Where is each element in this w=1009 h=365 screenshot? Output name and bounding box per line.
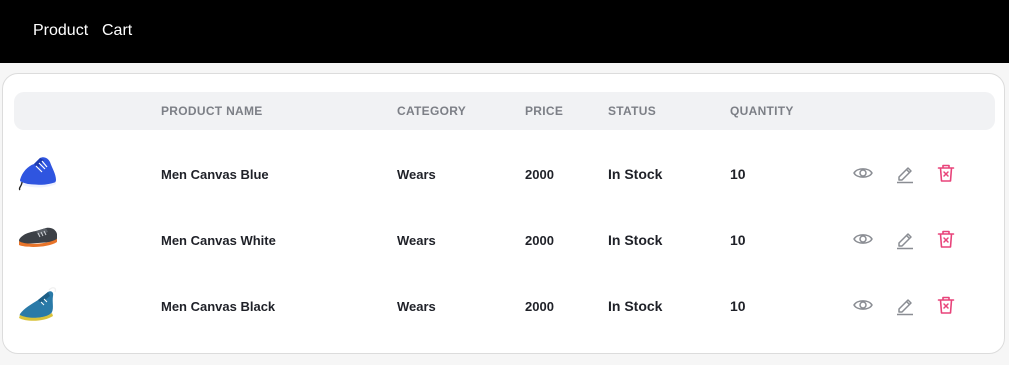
- product-quantity: 10: [730, 166, 746, 182]
- trash-icon[interactable]: [935, 162, 957, 184]
- pencil-icon[interactable]: [894, 228, 916, 250]
- eye-icon[interactable]: [852, 228, 874, 250]
- column-header-status: STATUS: [608, 104, 657, 118]
- column-header-product-name: PRODUCT NAME: [161, 104, 263, 118]
- product-price: 2000: [525, 233, 554, 248]
- product-name: Men Canvas White: [161, 233, 276, 248]
- column-header-price: PRICE: [525, 104, 564, 118]
- product-category: Wears: [397, 167, 436, 182]
- product-name: Men Canvas Blue: [161, 167, 269, 182]
- eye-icon[interactable]: [852, 294, 874, 316]
- product-category: Wears: [397, 299, 436, 314]
- top-navbar: Product Cart: [0, 0, 1009, 63]
- product-price: 2000: [525, 167, 554, 182]
- column-header-category: CATEGORY: [397, 104, 467, 118]
- nav-link-product[interactable]: Product: [33, 21, 88, 41]
- product-quantity: 10: [730, 232, 746, 248]
- product-status: In Stock: [608, 298, 663, 314]
- pencil-icon[interactable]: [894, 294, 916, 316]
- nav-link-cart[interactable]: Cart: [102, 21, 132, 41]
- product-name: Men Canvas Black: [161, 299, 276, 314]
- eye-icon[interactable]: [852, 162, 874, 184]
- column-header-quantity: QUANTITY: [730, 104, 794, 118]
- grey-shoe-image: [19, 227, 57, 247]
- pencil-icon[interactable]: [894, 162, 916, 184]
- trash-icon[interactable]: [935, 228, 957, 250]
- product-status: In Stock: [608, 166, 663, 182]
- teal-shoe-image: [19, 287, 57, 321]
- product-category: Wears: [397, 233, 436, 248]
- product-price: 2000: [525, 299, 554, 314]
- blue-shoe-image: [18, 157, 56, 191]
- product-quantity: 10: [730, 298, 746, 314]
- trash-icon[interactable]: [935, 294, 957, 316]
- product-status: In Stock: [608, 232, 663, 248]
